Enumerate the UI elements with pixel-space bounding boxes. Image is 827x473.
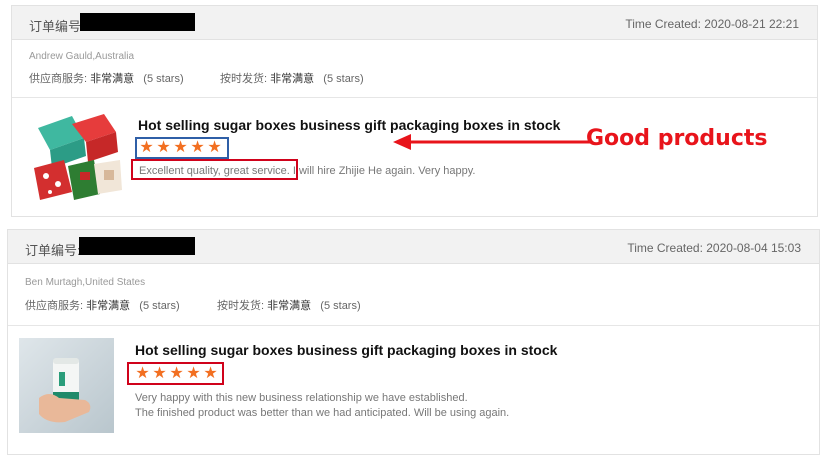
stars-highlight-box (127, 362, 224, 385)
buyer-meta: Andrew Gauld,Australia 供应商服务: 非常满意 (5 st… (12, 40, 817, 98)
supplier-service-rating: 供应商服务: 非常满意 (5 stars) (29, 73, 184, 85)
time-created: Time Created: 2020-08-04 15:03 (627, 241, 801, 255)
buyer-name: Ben Murtagh,United States (25, 277, 146, 288)
review-header: 订单编号: Time Created: 2020-08-04 15:03 (8, 230, 819, 264)
product-image[interactable] (24, 110, 130, 210)
buyer-meta: Ben Murtagh,United States 供应商服务: 非常满意 (5… (8, 264, 819, 326)
review-header: 订单编号: Time Created: 2020-08-21 22:21 (12, 6, 817, 40)
order-number-label: 订单编号: (29, 19, 85, 34)
order-number-label: 订单编号: (25, 243, 81, 258)
annotation-text: Good products (586, 126, 768, 151)
on-time-delivery-rating: 按时发货: 非常满意 (5 stars) (217, 300, 361, 312)
review-highlight-box (131, 159, 298, 180)
review-card-1: 订单编号: Time Created: 2020-08-21 22:21 And… (11, 5, 818, 217)
product-image[interactable] (19, 338, 114, 433)
annotation-arrow-icon (393, 134, 591, 150)
review-card-2: 订单编号: Time Created: 2020-08-04 15:03 Ben… (7, 229, 820, 455)
supplier-service-rating: 供应商服务: 非常满意 (5 stars) (25, 300, 180, 312)
gift-boxes-photo-icon (24, 110, 130, 210)
tube-can-photo-icon (19, 338, 114, 433)
review-text-line-1: Very happy with this new business relati… (135, 392, 468, 404)
order-number-redacted (79, 237, 195, 255)
product-title[interactable]: Hot selling sugar boxes business gift pa… (138, 117, 560, 133)
order-number-redacted (80, 13, 195, 31)
review-text-line-2: The finished product was better than we … (135, 407, 510, 419)
product-title[interactable]: Hot selling sugar boxes business gift pa… (135, 342, 557, 358)
buyer-name: Andrew Gauld,Australia (29, 51, 135, 62)
on-time-delivery-rating: 按时发货: 非常满意 (5 stars) (220, 73, 364, 85)
time-created: Time Created: 2020-08-21 22:21 (625, 17, 799, 31)
stars-highlight-box (135, 137, 229, 159)
